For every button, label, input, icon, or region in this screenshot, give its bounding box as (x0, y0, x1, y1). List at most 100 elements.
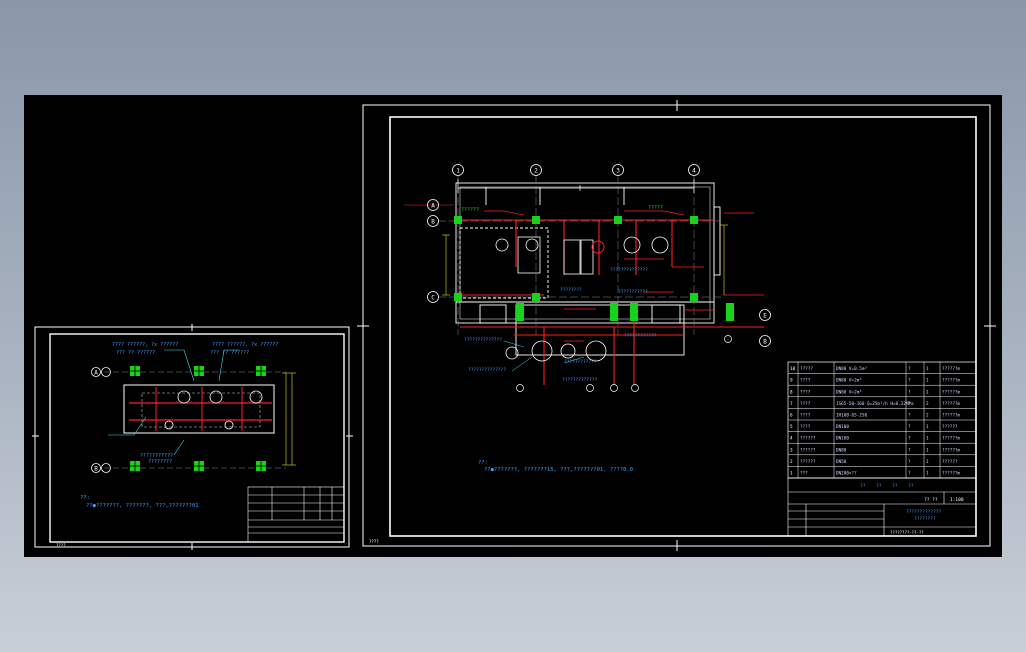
right-sheet-label: ???? (369, 539, 379, 544)
axis-bubble-b: B (427, 215, 439, 227)
table-cell-spec: DN50 (836, 459, 847, 465)
right-sheet[interactable]: 1 2 3 4 A B C E B ?????????????? ???????… (357, 100, 996, 551)
axis-label: B (431, 219, 435, 226)
svg-text:??????????????: ?????????????? (468, 367, 506, 373)
equipment-table: 10????? DN80 V=0.5m³? 1 ??????m 9???? DN80 V=… (787, 361, 977, 479)
left-sheet-label: ???? (56, 543, 66, 548)
table-cell-spec: IH100-65-250 (836, 413, 867, 419)
left-callout-top-left-2: ??? ?? ?????? (116, 350, 155, 356)
title-block-project: ????????????? (906, 509, 942, 515)
table-cell-no: 5 (790, 424, 793, 430)
table-cell-unit: ? (908, 424, 911, 430)
table-cell-unit: ? (908, 447, 911, 453)
left-sheet-notes: ??: ??●???????, ???????, ???,???????01 (80, 495, 199, 509)
axis-label: A (94, 370, 98, 377)
table-cell-spec: IS65-50-160 Q=25m³/h H=0.32MPa (836, 401, 914, 407)
svg-text:??????????????: ?????????????? (464, 337, 502, 343)
table-cell-note: ??????m (942, 471, 961, 477)
axis-label: A (431, 203, 435, 210)
left-callout-top-right-2: ??? ?? ?????? (210, 350, 249, 356)
table-cell-unit: ? (908, 459, 911, 465)
table-cell-spec: DN100 (836, 424, 849, 430)
left-sheet-outer-frame (34, 326, 350, 548)
svg-text:????????????: ???????????? (564, 359, 597, 365)
pumps (495, 236, 669, 362)
table-cell-name: ?????? (800, 436, 816, 442)
table-cell-name: ???? (800, 389, 811, 395)
axis-label: 1 (456, 168, 460, 175)
table-cell-no: 6 (790, 413, 793, 419)
table-cell-qty: 1 (926, 447, 929, 453)
title-block-scale: 1:100 (950, 497, 964, 503)
left-plan-outline (123, 384, 275, 434)
svg-text:??: ?? (860, 483, 866, 489)
table-cell-unit: ? (908, 413, 911, 419)
axis-label: E (763, 313, 767, 320)
table-cell-spec: DN100 (836, 436, 849, 442)
table-cell-qty: 2 (926, 413, 929, 419)
table-cell-name: ?????? (800, 447, 816, 453)
table-cell-note: ??????m (942, 401, 961, 407)
axis-bubble-e: E (759, 309, 771, 321)
title-block-sheet: ?? ?? (924, 497, 938, 503)
equipment-tag: ?????? (461, 207, 479, 213)
table-cell-spec: DN200×?? (836, 471, 857, 477)
left-callout-top-right: ???? ??????, ?x ?????? (212, 342, 278, 348)
table-cell-note: ??????m (942, 436, 961, 442)
title-block-number: ????????-??-?? (890, 530, 924, 535)
table-cell-no: 2 (790, 459, 793, 465)
table-cell-name: ????? (800, 366, 813, 372)
annotations: ?????????????? ?????????????? ??????????… (464, 267, 657, 383)
table-cell-qty: 1 (926, 424, 929, 430)
axis-label: 4 (692, 168, 696, 175)
axis-bubble-b-right: B (759, 335, 771, 347)
left-sheet[interactable]: A B ???? ??????, ?x ?????? ??? ?? ??????… (32, 324, 353, 550)
axis-label: 3 (616, 168, 620, 175)
table-cell-name: ???? (800, 401, 811, 407)
table-cell-spec: DN80 V=2m³ (836, 389, 862, 395)
equipment-tag-2: ????? (648, 205, 663, 211)
left-callout-mid-2: ???????? (148, 459, 172, 465)
table-cell-qty: 1 (926, 389, 929, 395)
axis-bubble-c: C (427, 291, 439, 303)
table-cell-note: ??????m (942, 378, 961, 384)
table-cell-spec: DN80 V=0.5m³ (836, 366, 867, 372)
left-callout-top-left: ???? ??????, ?x ?????? (112, 342, 178, 348)
cad-drawing-canvas[interactable]: A B ???? ??????, ?x ?????? ??? ?? ??????… (24, 95, 1002, 557)
svg-text:?????????????: ????????????? (562, 377, 598, 383)
cad-model-space[interactable]: A B ???? ??????, ?x ?????? ??? ?? ??????… (24, 95, 1002, 557)
table-cell-name: ???? (800, 378, 811, 384)
table-cell-name: ??? (800, 471, 808, 477)
table-cell-spec: DN80 V=2m³ (836, 378, 862, 384)
svg-text:????????????: ???????????? (624, 333, 657, 339)
table-cell-unit: ? (908, 401, 911, 407)
pump-room-plan (455, 182, 721, 356)
title-block-drawing: ???????? (914, 516, 936, 522)
left-title-block (247, 486, 345, 543)
table-cell-no: 10 (790, 366, 796, 372)
table-cell-unit: ? (908, 471, 911, 477)
svg-text:??: ?? (892, 483, 898, 489)
table-cell-unit: ? (908, 389, 911, 395)
table-cell-no: 7 (790, 401, 793, 407)
table-cell-spec: DN80 (836, 447, 847, 453)
svg-text:??: ?? (908, 483, 914, 489)
table-cell-note: ??????m (942, 447, 961, 453)
axis-label: C (431, 295, 435, 302)
axis-bubble-2: 2 (530, 164, 542, 176)
table-cell-qty: 2 (926, 401, 929, 407)
table-cell-name: ???? (800, 413, 811, 419)
axis-bubble-3: 3 (612, 164, 624, 176)
table-cell-no: 1 (790, 471, 793, 477)
axis-label: B (94, 466, 98, 473)
table-cell-no: 3 (790, 447, 793, 453)
svg-text:???????????: ??????????? (618, 289, 648, 295)
table-cell-note: ?????? (942, 424, 958, 430)
right-title-block (787, 477, 977, 537)
table-cell-note: ?????? (942, 459, 958, 465)
table-cell-unit: ? (908, 366, 911, 372)
table-cell-no: 8 (790, 389, 793, 395)
svg-text:??????????????: ?????????????? (610, 267, 648, 273)
table-cell-name: ???? (800, 424, 811, 430)
title-block-header-cells: ?? ?? ?? ?? (860, 483, 914, 489)
